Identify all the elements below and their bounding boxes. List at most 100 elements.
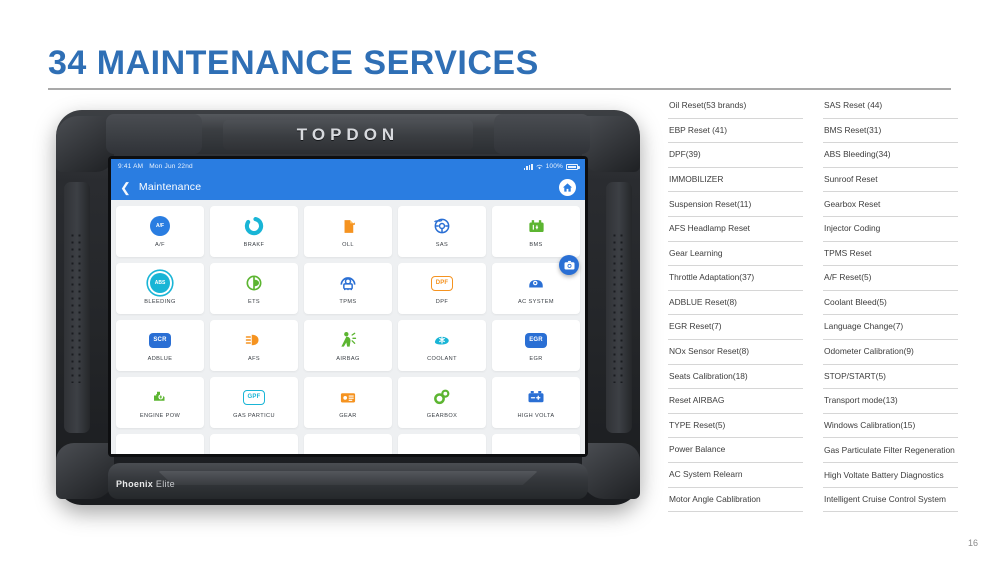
maintenance-tile[interactable]: DPF DPF: [398, 263, 486, 314]
maintenance-tile-label: ENGINE POW: [139, 413, 181, 419]
screen: 9:41 AM Mon Jun 22nd 100% ❮ Maintenance …: [111, 159, 585, 454]
bumper-bottom-left: [56, 443, 114, 499]
status-battery-percent: 100%: [545, 163, 563, 170]
page-title: 34 MAINTENANCE SERVICES: [48, 44, 539, 82]
coolant-icon: [431, 329, 453, 351]
maintenance-tile[interactable]: HIGH VOLTA: [492, 377, 580, 428]
service-list-item: Power Balance: [668, 438, 803, 463]
maintenance-tile[interactable]: A/F A/F: [116, 206, 204, 257]
maintenance-tile-icon: [525, 449, 547, 455]
maintenance-tile[interactable]: SCR ADBLUE: [116, 320, 204, 371]
home-icon[interactable]: [559, 178, 576, 196]
service-list-item: Language Change(7): [823, 315, 958, 340]
af-icon-glyph: A/F: [150, 216, 170, 236]
maintenance-tile[interactable]: GPF GAS PARTICU: [210, 377, 298, 428]
chevron-left-icon[interactable]: ❮: [120, 181, 131, 194]
oil-bottle-icon: [337, 215, 359, 237]
ac-system-icon: [525, 272, 547, 294]
maintenance-tile[interactable]: GEARBOX: [398, 377, 486, 428]
service-list-item: TYPE Reset(5): [668, 414, 803, 439]
service-list-item: Windows Calibration(15): [823, 414, 958, 439]
service-list-item: Transport mode(13): [823, 389, 958, 414]
maintenance-tile[interactable]: BMS: [492, 206, 580, 257]
maintenance-tile[interactable]: COOLANT: [398, 320, 486, 371]
service-list-item: A/F Reset(5): [823, 266, 958, 291]
maintenance-tile[interactable]: GEAR: [304, 377, 392, 428]
service-list-item: AFS Headlamp Reset: [668, 217, 803, 242]
device-bottom-plate: [108, 463, 588, 499]
maintenance-tile-label: A/F: [155, 242, 165, 248]
maintenance-icon-grid: A/F A/F BRAKF OLL SAS BMS ABS BLEEDING ETS TPMS DP…: [111, 200, 585, 454]
device-top-ridge: TOPDON: [106, 114, 590, 154]
maintenance-tile-label: AIRBAG: [336, 356, 360, 362]
abs-bleeding-icon-glyph: ABS: [150, 273, 170, 293]
signal-bars-icon: [523, 163, 533, 170]
battery-icon: [566, 163, 580, 170]
service-list-item: Suspension Reset(11): [668, 192, 803, 217]
device-model-bold: Phoenix: [116, 479, 154, 489]
maintenance-tile[interactable]: [492, 434, 580, 454]
maintenance-tile-label: GEAR: [339, 413, 357, 419]
slide-root: 34 MAINTENANCE SERVICES TOPDON 9:41 AM M…: [0, 0, 1000, 562]
camera-icon[interactable]: [559, 255, 579, 275]
wifi-icon: [535, 164, 543, 169]
dpf-icon-glyph: DPF: [431, 275, 453, 291]
maintenance-tile[interactable]: EGR EGR: [492, 320, 580, 371]
maintenance-tile[interactable]: TPMS: [304, 263, 392, 314]
service-list-item: Coolant Bleed(5): [823, 291, 958, 316]
status-bar-right: 100%: [523, 163, 580, 170]
service-list-item: Gear Learning: [668, 242, 803, 267]
maintenance-tile[interactable]: AFS: [210, 320, 298, 371]
service-list-item: EGR Reset(7): [668, 315, 803, 340]
service-list-item: Throttle Adaptation(37): [668, 266, 803, 291]
status-bar: 9:41 AM Mon Jun 22nd 100%: [111, 159, 585, 174]
bottom-plate-notch: [158, 471, 538, 485]
device-model-name: Phoenix Elite: [116, 479, 175, 489]
service-list-item: Injector Coding: [823, 217, 958, 242]
gearbox-icon: [431, 386, 453, 408]
screen-frame: 9:41 AM Mon Jun 22nd 100% ❮ Maintenance …: [108, 156, 588, 457]
app-header-bar: ❮ Maintenance: [111, 174, 585, 200]
maintenance-tile-label: AFS: [247, 356, 261, 362]
maintenance-tile-label: ADBLUE: [147, 356, 173, 362]
tablet-device: TOPDON 9:41 AM Mon Jun 22nd 100% ❮ Maint…: [48, 108, 648, 510]
page-number: 16: [967, 538, 978, 548]
maintenance-tile-label: BLEEDING: [144, 299, 176, 305]
maintenance-tile[interactable]: [116, 434, 204, 454]
maintenance-tile[interactable]: ABS BLEEDING: [116, 263, 204, 314]
status-time: 9:41 AM: [118, 163, 144, 170]
maintenance-tile[interactable]: ENGINE POW: [116, 377, 204, 428]
maintenance-tile-label: DPF: [435, 299, 449, 305]
maintenance-tile[interactable]: AIRBAG: [304, 320, 392, 371]
service-list-item: Oil Reset(53 brands): [668, 94, 803, 119]
maintenance-tile[interactable]: ETS: [210, 263, 298, 314]
maintenance-tile[interactable]: [210, 434, 298, 454]
egr-icon: EGR: [525, 329, 547, 351]
ets-icon: [243, 272, 265, 294]
service-list-item: Reset AIRBAG: [668, 389, 803, 414]
maintenance-tile[interactable]: OLL: [304, 206, 392, 257]
service-list-item: Odometer Calibration(9): [823, 340, 958, 365]
maintenance-tile-icon: [243, 449, 265, 455]
maintenance-tile[interactable]: SAS: [398, 206, 486, 257]
maintenance-tile[interactable]: [398, 434, 486, 454]
service-list-item: AC System Relearn: [668, 463, 803, 488]
battery-green-icon: [525, 215, 547, 237]
grip-right: [606, 182, 632, 433]
af-icon: A/F: [149, 215, 171, 237]
tpms-icon: [337, 272, 359, 294]
bumper-bottom-right: [582, 443, 640, 499]
service-list-item: IMMOBILIZER: [668, 168, 803, 193]
maintenance-tile-icon: [337, 449, 359, 455]
brand-plate: TOPDON: [223, 120, 473, 150]
abs-bleeding-icon: ABS: [149, 272, 171, 294]
maintenance-tile-label: COOLANT: [427, 356, 457, 362]
airbag-icon: [337, 329, 359, 351]
service-list-item: STOP/START(5): [823, 365, 958, 390]
maintenance-tile[interactable]: [304, 434, 392, 454]
maintenance-tile-label: BRAKF: [243, 242, 265, 248]
service-list-item: EBP Reset (41): [668, 119, 803, 144]
device-body: TOPDON 9:41 AM Mon Jun 22nd 100% ❮ Maint…: [56, 110, 640, 505]
service-list-item: BMS Reset(31): [823, 119, 958, 144]
maintenance-tile[interactable]: BRAKF: [210, 206, 298, 257]
